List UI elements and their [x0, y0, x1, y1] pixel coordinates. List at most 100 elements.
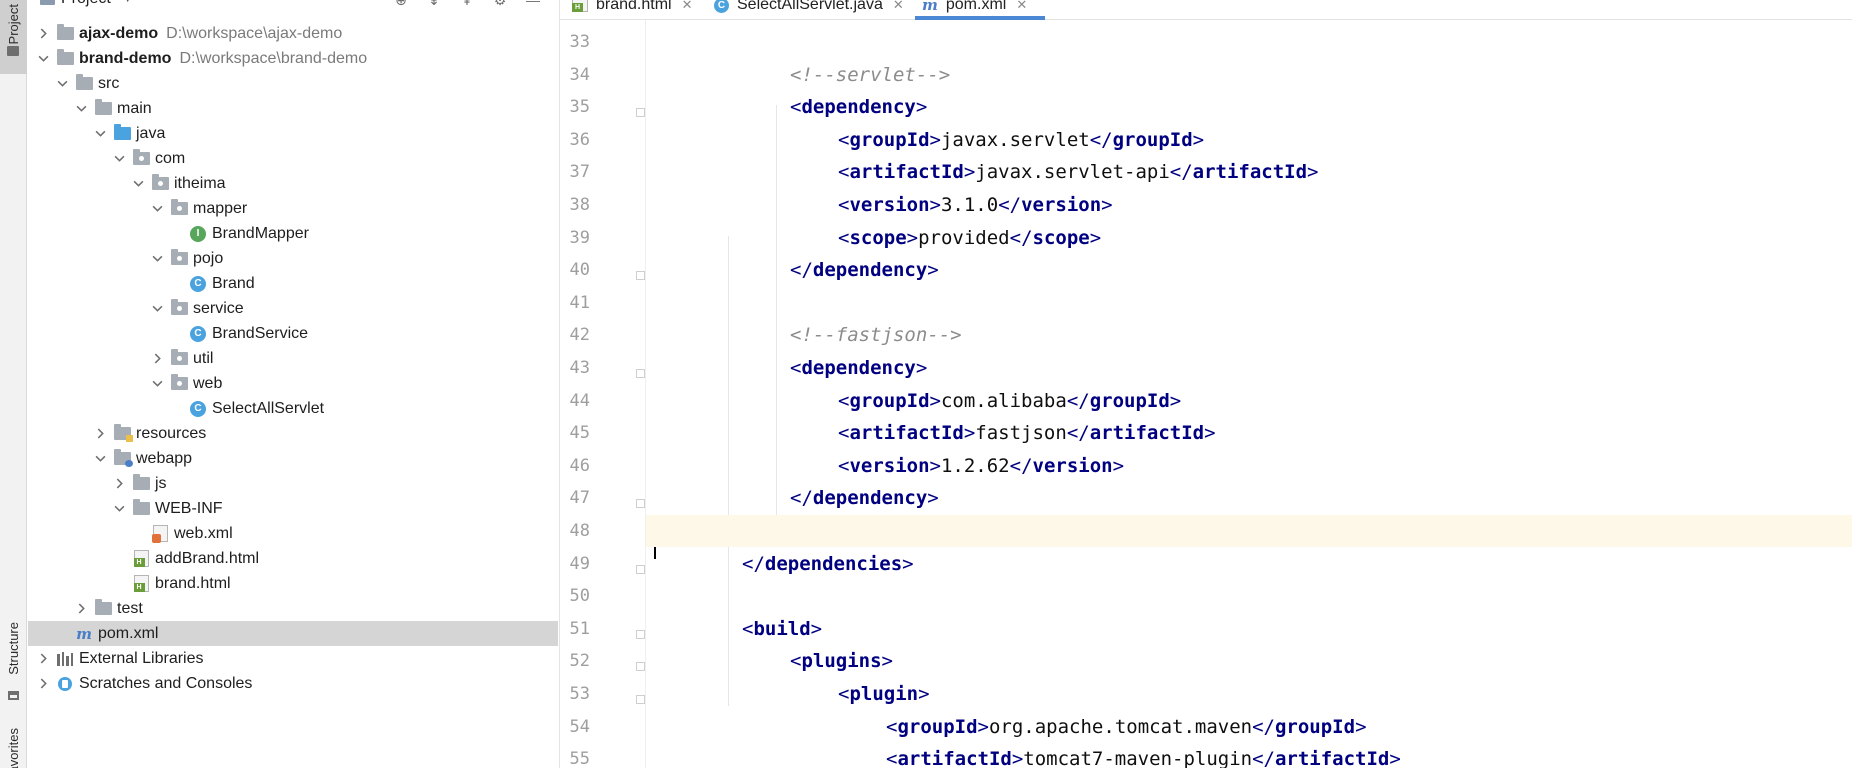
fold-marker-icon[interactable] [636, 499, 645, 509]
code-line[interactable]: <artifactId>fastjson</artifactId> [646, 417, 1852, 449]
line-number-gutter[interactable]: 33 34 35 36 37 38 39 40 41 42 43 44 45 46 47 48 49 50 51 52… [560, 20, 646, 768]
code-line[interactable]: <!--servlet--> [646, 59, 1852, 91]
tree-item[interactable]: WEB-INF [28, 496, 558, 521]
code-line[interactable]: </dependency> [646, 482, 1852, 514]
chevron-right-icon[interactable] [36, 677, 50, 691]
code-line[interactable]: <groupId>org.apache.tomcat.maven</groupI… [646, 711, 1852, 743]
code-line[interactable]: <build> [646, 613, 1852, 645]
tree-item[interactable]: test [28, 596, 558, 621]
code-line[interactable] [646, 26, 1852, 58]
tree-item[interactable]: main [28, 96, 558, 121]
code-line[interactable]: <!--fastjson--> [646, 319, 1852, 351]
fold-marker-icon[interactable] [636, 369, 645, 378]
tree-item[interactable]: External Libraries [28, 646, 558, 671]
tab-brand-html[interactable]: brand.html ✕ [572, 0, 693, 20]
locate-icon[interactable]: ⊕ [393, 0, 409, 8]
code-line[interactable]: <scope>provided</scope> [646, 222, 1852, 254]
tree-item[interactable]: web [28, 371, 558, 396]
tree-item[interactable]: webapp [28, 446, 558, 471]
code-line[interactable]: <artifactId>tomcat7-maven-plugin</artifa… [646, 743, 1852, 768]
chevron-down-icon[interactable] [112, 502, 126, 516]
code-line[interactable]: <artifactId>javax.servlet-api</artifactI… [646, 156, 1852, 188]
tree-item[interactable]: js [28, 471, 558, 496]
tab-pom-xml[interactable]: m pom.xml ✕ [915, 0, 1045, 20]
tree-item[interactable]: C Brand [28, 271, 558, 296]
chevron-down-icon[interactable] [150, 302, 164, 316]
fold-marker-icon[interactable] [636, 564, 645, 574]
chevron-down-icon[interactable] [36, 52, 50, 66]
chevron-right-icon[interactable] [36, 652, 50, 666]
tree-item[interactable]: util [28, 346, 558, 371]
code-line[interactable]: <groupId>javax.servlet</groupId> [646, 124, 1852, 156]
tree-item[interactable]: C BrandService [28, 321, 558, 346]
tree-item[interactable]: resources [28, 421, 558, 446]
code-tag: < [742, 617, 754, 640]
tree-item[interactable]: I BrandMapper [28, 221, 558, 246]
tree-item[interactable]: src [28, 71, 558, 96]
chevron-right-icon[interactable] [93, 427, 107, 441]
chevron-down-icon[interactable] [55, 77, 69, 91]
fold-marker-icon[interactable] [636, 695, 645, 704]
code-line[interactable]: </dependencies> [646, 548, 1852, 580]
code-line[interactable]: <dependency> [646, 91, 1852, 123]
code-line[interactable] [646, 580, 1852, 612]
tree-item[interactable]: Scratches and Consoles [28, 671, 558, 696]
close-icon[interactable]: ✕ [682, 0, 693, 13]
code-tag: < [790, 96, 802, 119]
tree-item[interactable]: brand.html [28, 571, 558, 596]
tree-item[interactable]: web.xml [28, 521, 558, 546]
code-line[interactable]: <version>1.2.62</version> [646, 450, 1852, 482]
code-line[interactable]: <version>3.1.0</version> [646, 189, 1852, 221]
chevron-down-icon[interactable] [150, 202, 164, 216]
code-tag: artifactId [897, 748, 1012, 768]
chevron-down-icon[interactable] [112, 152, 126, 166]
chevron-right-icon[interactable] [36, 27, 50, 41]
chevron-right-icon[interactable] [150, 352, 164, 366]
folder-icon [132, 474, 150, 492]
project-tool-tab[interactable]: Project [0, 0, 27, 74]
hide-icon[interactable]: — [525, 0, 541, 8]
collapse-all-icon[interactable]: ⇞ [459, 0, 475, 8]
code-line[interactable]: <dependency> [646, 352, 1852, 384]
code-line[interactable]: </dependency> [646, 254, 1852, 286]
tree-item[interactable]: ajax-demo D:\workspace\ajax-demo [28, 21, 558, 46]
code-line[interactable] [646, 287, 1852, 319]
tree-item[interactable]: service [28, 296, 558, 321]
code-editor[interactable]: <!--servlet--> <dependency> <groupId>javax… [646, 20, 1852, 768]
code-tag: groupId [1274, 715, 1356, 738]
tree-item-label: web [193, 374, 223, 392]
close-icon[interactable]: ✕ [1016, 0, 1027, 13]
tab-selectallservlet-java[interactable]: C SelectAllServlet.java ✕ [714, 0, 904, 20]
fold-marker-icon[interactable] [636, 108, 645, 118]
chevron-down-icon[interactable] [131, 177, 145, 191]
favorites-tool-tab[interactable]: Favorites [0, 722, 27, 768]
chevron-right-icon[interactable] [112, 477, 126, 491]
tree-item[interactable]: com [28, 146, 558, 171]
expand-all-icon[interactable]: ⇟ [426, 0, 442, 8]
chevron-down-icon[interactable] [150, 252, 164, 266]
tree-item[interactable]: java [28, 121, 558, 146]
fold-marker-icon[interactable] [636, 271, 645, 281]
code-line[interactable]: <plugin> [646, 678, 1852, 710]
code-line[interactable]: <plugins> [646, 645, 1852, 677]
tree-item[interactable]: itheima [28, 171, 558, 196]
fold-marker-icon[interactable] [636, 662, 645, 672]
code-line[interactable] [646, 515, 1852, 547]
close-icon[interactable]: ✕ [893, 0, 904, 13]
gear-icon[interactable]: ⚙ [492, 0, 508, 8]
fold-marker-icon[interactable] [636, 629, 645, 639]
structure-tool-tab[interactable]: Structure [0, 616, 27, 706]
tree-item[interactable]: addBrand.html [28, 546, 558, 571]
chevron-down-icon[interactable] [93, 452, 107, 466]
chevron-down-icon[interactable] [74, 102, 88, 116]
tree-item[interactable]: C SelectAllServlet [28, 396, 558, 421]
project-view-selector[interactable]: Project ▼ [40, 0, 133, 8]
tree-item[interactable]: m pom.xml [28, 621, 558, 646]
tree-item[interactable]: brand-demo D:\workspace\brand-demo [28, 46, 558, 71]
code-line[interactable]: <groupId>com.alibaba</groupId> [646, 385, 1852, 417]
tree-item[interactable]: mapper [28, 196, 558, 221]
tree-item[interactable]: pojo [28, 246, 558, 271]
chevron-right-icon[interactable] [74, 602, 88, 616]
chevron-down-icon[interactable] [93, 127, 107, 141]
chevron-down-icon[interactable] [150, 377, 164, 391]
